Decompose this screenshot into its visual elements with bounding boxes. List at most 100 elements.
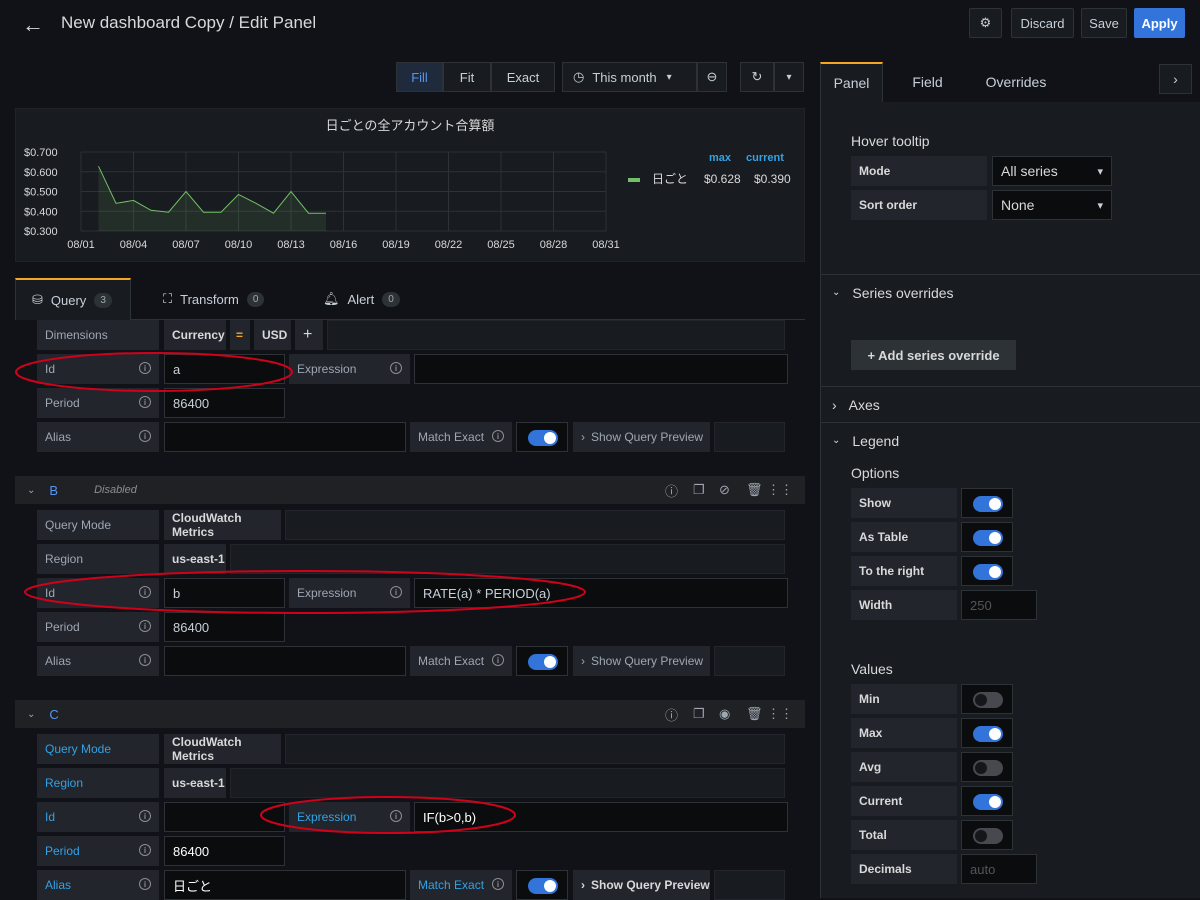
alias-input-a[interactable] <box>164 422 406 452</box>
duplicate-icon[interactable]: ❐ <box>693 706 705 722</box>
legend-width-input[interactable]: 250 <box>961 590 1037 620</box>
region-select-b[interactable]: us-east-1 <box>164 544 226 574</box>
duplicate-icon[interactable]: ❐ <box>693 482 705 498</box>
expression-input-b[interactable]: RATE(a) * PERIOD(a) <box>414 578 788 608</box>
exact-button[interactable]: Exact <box>491 62 555 92</box>
save-button[interactable]: Save <box>1081 8 1127 38</box>
query-b-name: B <box>49 482 59 498</box>
legend-min-toggle[interactable] <box>973 692 1003 708</box>
fill-button[interactable]: Fill <box>396 62 443 92</box>
x-tick-label: 08/28 <box>540 239 568 251</box>
info-icon: i <box>139 878 151 890</box>
show-query-preview-c[interactable]: › Show Query Preview <box>573 870 710 900</box>
show-query-preview-a[interactable]: › Show Query Preview <box>573 422 710 452</box>
drag-handle-icon[interactable]: ⋮⋮ <box>767 706 793 722</box>
match-exact-toggle-b[interactable] <box>528 654 558 670</box>
match-exact-label-text: Match Exact <box>418 654 485 668</box>
alias-label-text: Alias <box>45 430 72 444</box>
expression-input-c[interactable]: IF(b>0,b) <box>414 802 788 832</box>
legend-avg-toggle[interactable] <box>973 760 1003 776</box>
x-tick-label: 08/01 <box>67 239 95 251</box>
id-input-c[interactable] <box>164 802 285 832</box>
add-series-override-button[interactable]: + Add series override <box>851 340 1016 370</box>
legend-show-toggle[interactable] <box>973 496 1003 512</box>
page-title: New dashboard Copy / Edit Panel <box>61 13 317 32</box>
discard-button[interactable]: Discard <box>1011 8 1074 38</box>
trash-icon[interactable]: 🗑︎ <box>746 706 763 722</box>
refresh-interval-button[interactable]: ▾ <box>774 62 804 92</box>
y-tick-label: $0.600 <box>24 167 58 179</box>
query-mode-select-c[interactable]: CloudWatch Metrics <box>164 734 281 764</box>
region-select-c[interactable]: us-east-1 <box>164 768 226 798</box>
match-exact-toggle-c[interactable] <box>528 878 558 894</box>
toggle-box <box>961 752 1013 782</box>
help-icon[interactable]: ⓘ <box>665 705 678 724</box>
options-pane: Panel Field Overrides › Hover tooltip Mo… <box>820 62 1200 898</box>
show-query-preview-b[interactable]: › Show Query Preview <box>573 646 710 676</box>
trash-icon[interactable]: 🗑︎ <box>746 482 763 498</box>
width-label: Width <box>851 590 957 620</box>
drag-handle-icon[interactable]: ⋮⋮ <box>767 482 793 498</box>
id-label-text: Id <box>45 810 56 824</box>
tab-field[interactable]: Field <box>905 62 950 102</box>
add-dimension-button[interactable]: + <box>295 320 323 350</box>
fit-button[interactable]: Fit <box>443 62 491 92</box>
apply-button[interactable]: Apply <box>1134 8 1185 38</box>
legend-section[interactable]: ⌄ Legend <box>820 422 1200 458</box>
query-mode-select-b[interactable]: CloudWatch Metrics <box>164 510 281 540</box>
chevron-down-icon[interactable]: ⌄ <box>27 485 35 496</box>
time-range-picker[interactable]: ◷ This month ▾ <box>562 62 697 92</box>
tab-panel[interactable]: Panel <box>820 62 883 102</box>
chevron-down-icon[interactable]: ⌄ <box>27 709 35 720</box>
eye-slash-icon[interactable]: ⊘ <box>719 482 730 498</box>
axes-section[interactable]: › Axes <box>820 386 1200 422</box>
alias-input-b[interactable] <box>164 646 406 676</box>
tab-overrides[interactable]: Overrides <box>980 62 1052 102</box>
legend-max-toggle[interactable] <box>973 726 1003 742</box>
legend-as-table-toggle[interactable] <box>973 530 1003 546</box>
id-input-b[interactable]: b <box>164 578 285 608</box>
dimension-key[interactable]: Currency <box>164 320 226 350</box>
query-b-status: Disabled <box>94 484 137 496</box>
settings-button[interactable]: ⚙ <box>969 8 1002 38</box>
help-icon[interactable]: ⓘ <box>665 481 678 500</box>
back-arrow-icon[interactable]: ← <box>22 12 44 38</box>
sort-order-select[interactable]: None <box>992 190 1112 220</box>
period-input-a[interactable]: 86400 <box>164 388 285 418</box>
query-c-name: C <box>49 706 59 722</box>
current-label: Current <box>851 786 957 816</box>
tab-query[interactable]: ⛁ Query 3 <box>15 278 131 320</box>
hover-tooltip-heading: Hover tooltip <box>851 133 930 149</box>
decimals-input[interactable]: auto <box>961 854 1037 884</box>
tab-transform[interactable]: ⛶ Transform 0 <box>163 278 293 320</box>
query-b-header[interactable]: ⌄ B Disabled ⓘ ❐ ⊘ 🗑︎ ⋮⋮ <box>15 476 805 504</box>
toggle-box <box>516 870 568 900</box>
dimension-operator[interactable]: = <box>230 320 250 350</box>
legend-current-value: $0.390 <box>754 172 791 186</box>
match-exact-toggle-a[interactable] <box>528 430 558 446</box>
expression-label: Expression i <box>289 578 410 608</box>
refresh-button[interactable]: ↻ <box>740 62 774 92</box>
collapse-options-button[interactable]: › <box>1159 64 1192 94</box>
mode-select[interactable]: All series <box>992 156 1112 186</box>
y-tick-label: $0.400 <box>24 206 58 218</box>
period-label-text: Period <box>45 620 80 634</box>
zoom-out-button[interactable]: ⊖ <box>697 62 727 92</box>
period-label-text: Period <box>45 396 80 410</box>
period-label-text: Period <box>45 844 80 858</box>
legend-total-toggle[interactable] <box>973 828 1003 844</box>
dimension-value[interactable]: USD <box>254 320 291 350</box>
alias-input-c[interactable]: 日ごと <box>164 870 406 900</box>
id-input-a[interactable]: a <box>164 354 285 384</box>
period-input-b[interactable]: 86400 <box>164 612 285 642</box>
legend-current-toggle[interactable] <box>973 794 1003 810</box>
query-c-header[interactable]: ⌄ C ⓘ ❐ ◉ 🗑︎ ⋮⋮ <box>15 700 805 728</box>
period-input-c[interactable]: 86400 <box>164 836 285 866</box>
eye-icon[interactable]: ◉ <box>719 706 730 722</box>
legend-right-toggle[interactable] <box>973 564 1003 580</box>
tab-alert[interactable]: 🔔︎ Alert 0 <box>323 278 423 320</box>
series-overrides-section[interactable]: ⌄ Series overrides <box>820 274 1200 310</box>
info-icon: i <box>139 844 151 856</box>
tab-alert-label: Alert <box>347 291 375 307</box>
expression-input-a[interactable] <box>414 354 788 384</box>
